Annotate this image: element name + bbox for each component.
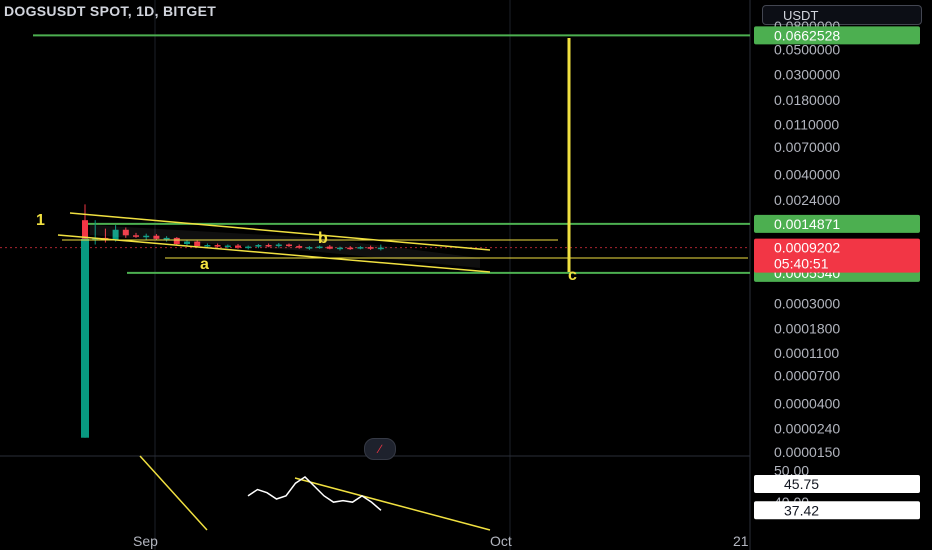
price-tick-label: 0.0000240: [774, 421, 840, 437]
wave-label: c: [568, 267, 577, 284]
price-tick-label: 0.0180000: [774, 92, 840, 108]
oscillator-pane[interactable]: 50.0040.0045.7537.42: [139, 455, 920, 531]
grid: [0, 0, 751, 550]
time-tick-label: Sep: [133, 533, 158, 549]
candle-body: [81, 238, 89, 438]
osc-trendline: [139, 455, 208, 531]
osc-badge: [754, 475, 920, 494]
osc-badge-label: 37.42: [784, 502, 819, 518]
price-tick-label: 0.0001800: [774, 321, 840, 337]
level-badge-label: 0.0662528: [774, 27, 840, 43]
countdown-label: 05:40:51: [774, 256, 829, 272]
price-axis[interactable]: 0.08000000.05000000.03000000.01800000.01…: [754, 18, 920, 460]
price-tick-label: 0.0003000: [774, 295, 840, 311]
candle-body: [204, 245, 211, 247]
time-axis[interactable]: Sep Oct 21: [133, 533, 749, 549]
price-tick-label: 0.0024000: [774, 192, 840, 208]
price-tick-label: 0.0000400: [774, 395, 840, 411]
osc-badge: [754, 501, 920, 520]
oscillator-line: [247, 475, 382, 511]
level-badge-label: 0.0014871: [774, 216, 840, 232]
time-tick-label: Oct: [490, 533, 512, 549]
price-tick-label: 0.0040000: [774, 167, 840, 183]
price-tick-label: 0.0000150: [774, 444, 840, 460]
slash-icon[interactable]: ∕: [364, 438, 396, 460]
price-tick-label: 0.0300000: [774, 67, 840, 83]
chart-canvas[interactable]: 1abc 0.08000000.05000000.03000000.018000…: [0, 0, 932, 550]
osc-trendline: [294, 477, 491, 531]
price-tick-label: 0.0000700: [774, 368, 840, 384]
price-tick-label: 0.0110000: [774, 116, 839, 132]
price-pane[interactable]: 1 a b c: [33, 34, 750, 438]
price-tick-label: 0.0001100: [774, 345, 839, 361]
last-price-label: 0.0009202: [774, 240, 840, 256]
wave-label: 1: [36, 212, 45, 229]
wave-label: b: [318, 230, 328, 247]
time-tick-label: 21: [733, 533, 749, 549]
price-tick-label: 0.0070000: [774, 139, 840, 155]
wave-label: a: [200, 256, 209, 273]
osc-badge-label: 45.75: [784, 476, 819, 492]
candle-body: [214, 245, 221, 247]
candle-body: [82, 220, 88, 239]
candle-body: [224, 245, 231, 248]
